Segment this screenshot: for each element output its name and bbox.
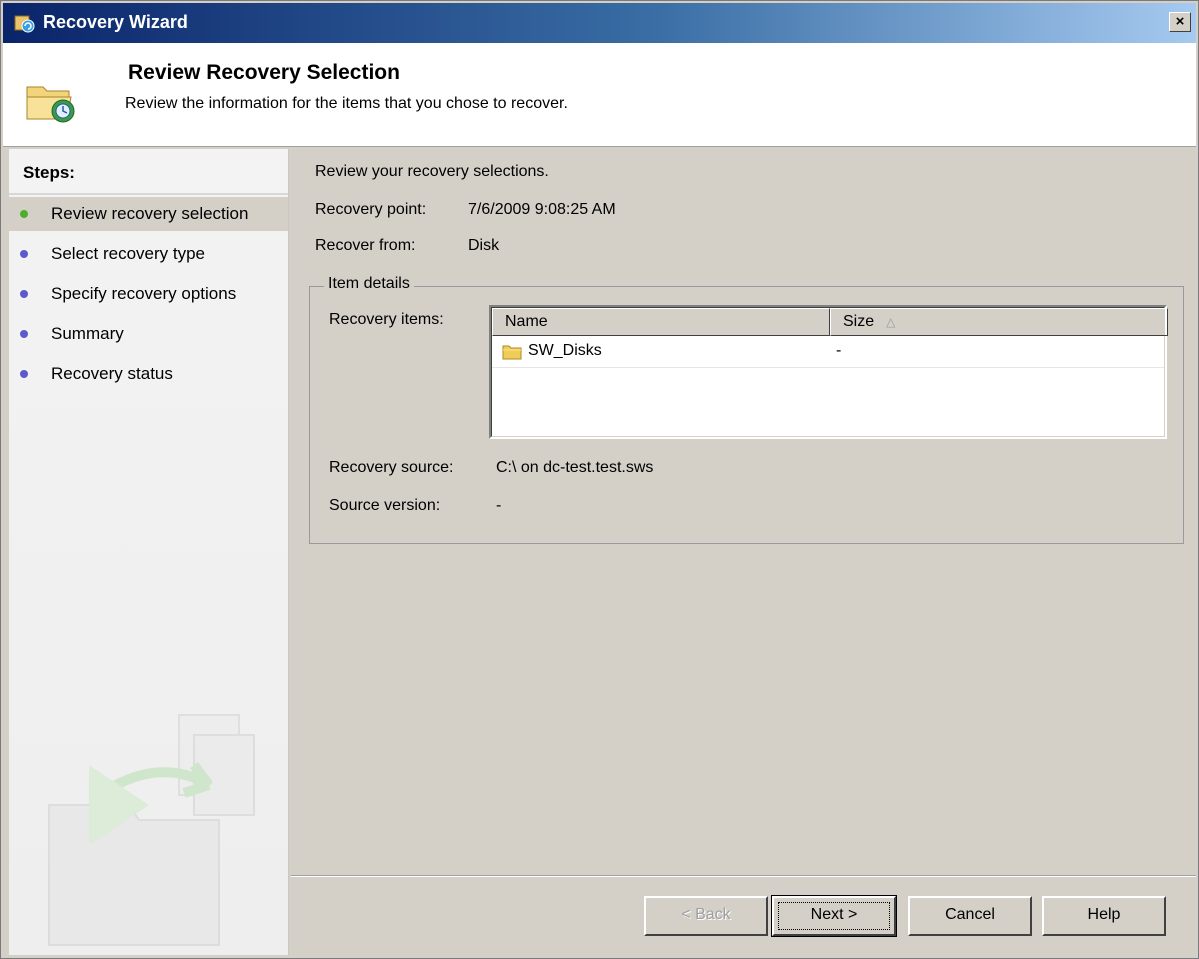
cancel-button[interactable]: Cancel	[908, 896, 1032, 936]
back-button[interactable]: < Back	[644, 896, 768, 936]
item-size: -	[836, 342, 842, 359]
intro-text: Review your recovery selections.	[315, 163, 549, 180]
recovery-app-icon	[14, 15, 35, 33]
list-frame: Name Size △ SW_Disks -	[491, 307, 1168, 437]
recovery-source-label: Recovery source:	[329, 459, 454, 476]
help-button[interactable]: Help	[1042, 896, 1166, 936]
recovery-wizard-window: Recovery Wizard × Review Recovery Select…	[0, 0, 1199, 959]
main-content: Review your recovery selections. Recover…	[291, 149, 1196, 874]
column-header-label: Size	[843, 313, 875, 330]
item-details-legend: Item details	[324, 275, 414, 293]
sort-ascending-icon: △	[886, 315, 896, 329]
step-review-recovery-selection[interactable]: Review recovery selection	[9, 197, 288, 231]
steps-divider	[9, 193, 288, 195]
step-specify-recovery-options[interactable]: Specify recovery options	[9, 277, 288, 311]
column-header-label: Name	[505, 313, 548, 330]
cancel-button-label: Cancel	[945, 906, 995, 923]
source-version-value: -	[496, 497, 502, 514]
step-bullet-icon	[20, 330, 28, 338]
footer-divider	[291, 875, 1196, 877]
wizard-header: Review Recovery Selection Review the inf…	[3, 43, 1196, 147]
steps-sidebar: Steps: Review recovery selection Select …	[9, 149, 289, 955]
recovery-point-value: 7/6/2009 9:08:25 AM	[468, 201, 616, 218]
step-select-recovery-type[interactable]: Select recovery type	[9, 237, 288, 271]
step-label: Select recovery type	[51, 244, 206, 263]
step-bullet-icon	[20, 210, 28, 218]
recovery-source-value: C:\ on dc-test.test.sws	[496, 459, 654, 476]
recovery-items-list[interactable]: Name Size △ SW_Disks -	[489, 305, 1168, 439]
step-label: Specify recovery options	[51, 284, 237, 303]
help-button-label: Help	[1087, 906, 1121, 923]
column-header-name[interactable]: Name	[492, 308, 830, 336]
folder-icon	[502, 345, 522, 360]
step-label: Review recovery selection	[51, 204, 249, 223]
close-button[interactable]: ×	[1169, 12, 1191, 32]
step-bullet-icon	[20, 250, 28, 258]
back-button-label: < Back	[681, 906, 731, 923]
next-button[interactable]: Next >	[771, 895, 897, 937]
steps-heading: Steps:	[23, 163, 75, 182]
step-label: Summary	[51, 324, 124, 343]
step-label: Recovery status	[51, 364, 173, 383]
source-version-label: Source version:	[329, 497, 441, 514]
list-header: Name Size △	[492, 308, 1168, 336]
step-recovery-status[interactable]: Recovery status	[9, 357, 288, 391]
next-button-label: Next >	[810, 906, 858, 923]
column-header-size[interactable]: Size △	[830, 308, 1168, 336]
recovery-items-label: Recovery items:	[329, 311, 444, 328]
recover-from-label: Recover from:	[315, 237, 416, 254]
folder-recovery-icon	[26, 86, 75, 123]
close-icon: ×	[1175, 13, 1185, 30]
title-bar[interactable]: Recovery Wizard ×	[3, 3, 1196, 43]
recover-from-value: Disk	[468, 237, 500, 254]
recovery-point-label: Recovery point:	[315, 201, 427, 218]
page-subtitle: Review the information for the items tha…	[125, 95, 568, 112]
item-name: SW_Disks	[528, 342, 602, 359]
window-title: Recovery Wizard	[43, 12, 188, 32]
step-bullet-icon	[20, 370, 28, 378]
list-item[interactable]: SW_Disks -	[492, 336, 1164, 368]
page-title: Review Recovery Selection	[128, 61, 400, 84]
recovery-watermark-icon	[48, 714, 255, 946]
step-summary[interactable]: Summary	[9, 317, 288, 351]
step-bullet-icon	[20, 290, 28, 298]
